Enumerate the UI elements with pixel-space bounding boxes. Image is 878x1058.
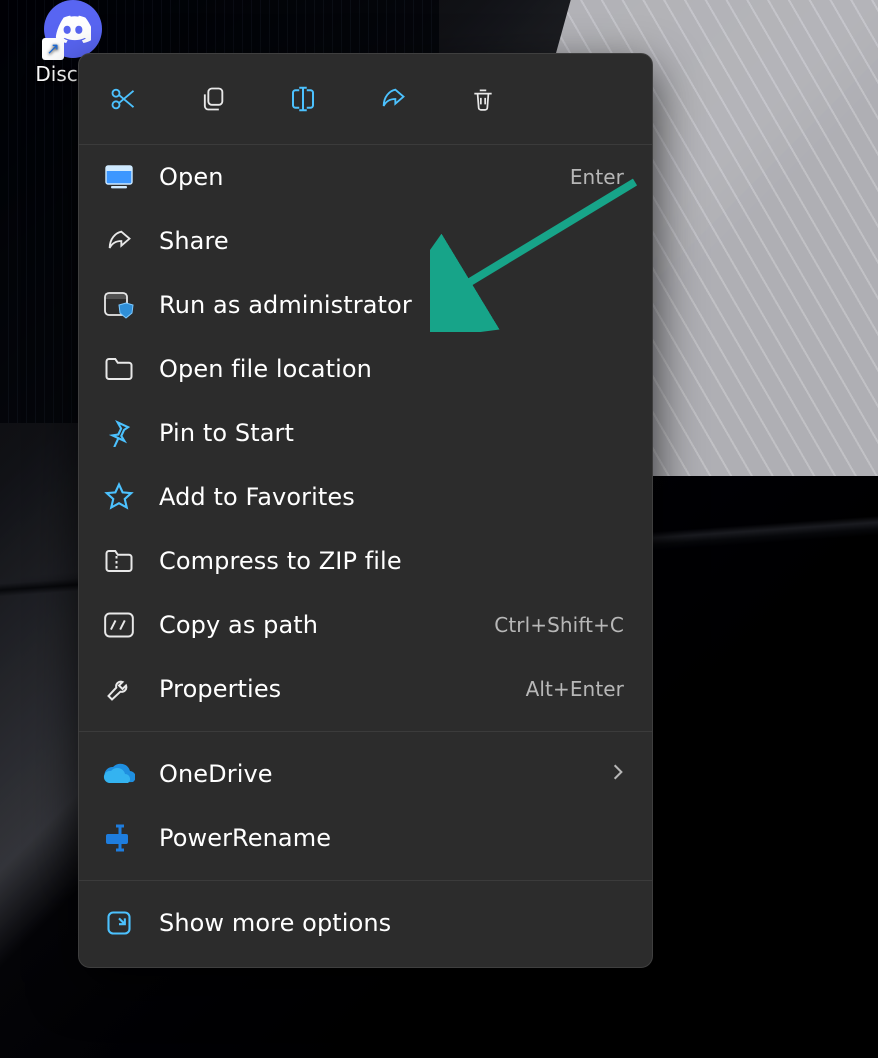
zip-folder-icon [101,543,137,579]
menu-item-onedrive[interactable]: OneDrive [79,742,652,806]
menu-item-open-file-location[interactable]: Open file location [79,337,652,401]
menu-item-label: Pin to Start [159,419,624,447]
menu-item-label: PowerRename [159,824,624,852]
menu-item-shortcut: Ctrl+Shift+C [494,613,624,637]
menu-item-share[interactable]: Share [79,209,652,273]
star-icon [101,479,137,515]
rename-icon [288,84,318,114]
menu-item-add-to-favorites[interactable]: Add to Favorites [79,465,652,529]
menu-item-label: Open file location [159,355,624,383]
menu-item-label: Copy as path [159,611,494,639]
menu-item-pin-to-start[interactable]: Pin to Start [79,401,652,465]
menu-item-label: Share [159,227,624,255]
menu-item-label: Add to Favorites [159,483,624,511]
menu-item-copy-as-path[interactable]: Copy as path Ctrl+Shift+C [79,593,652,657]
context-menu: Open Enter Share Run as administrator Op… [78,53,653,968]
menu-item-label: Open [159,163,570,191]
copy-button[interactable] [191,77,235,121]
rename-button[interactable] [281,77,325,121]
chevron-right-icon [612,762,624,786]
folder-icon [101,351,137,387]
onedrive-icon [101,756,137,792]
cut-button[interactable] [101,77,145,121]
trash-icon [470,85,496,113]
menu-item-shortcut: Alt+Enter [526,677,624,701]
menu-separator [79,880,652,881]
delete-button[interactable] [461,77,505,121]
share-icon [101,223,137,259]
shortcut-overlay-icon: ↗ [42,38,64,60]
menu-item-label: Show more options [159,909,624,937]
menu-item-properties[interactable]: Properties Alt+Enter [79,657,652,721]
shield-admin-icon [101,287,137,323]
open-icon [101,159,137,195]
context-menu-toolbar [79,54,652,145]
more-options-icon [101,905,137,941]
menu-item-label: Properties [159,675,526,703]
menu-separator [79,731,652,732]
menu-item-shortcut: Enter [570,165,624,189]
discord-icon: ↗ [44,0,102,58]
copy-path-icon [101,607,137,643]
menu-item-compress-zip[interactable]: Compress to ZIP file [79,529,652,593]
menu-item-label: OneDrive [159,760,612,788]
copy-icon [199,85,227,113]
menu-item-run-as-administrator[interactable]: Run as administrator [79,273,652,337]
menu-item-label: Compress to ZIP file [159,547,624,575]
scissors-icon [109,85,137,113]
menu-item-powerrename[interactable]: PowerRename [79,806,652,870]
menu-item-label: Run as administrator [159,291,624,319]
powerrename-icon [101,820,137,856]
pin-icon [101,415,137,451]
menu-item-show-more-options[interactable]: Show more options [79,891,652,955]
share-arrow-icon [379,85,407,113]
share-button[interactable] [371,77,415,121]
menu-item-open[interactable]: Open Enter [79,145,652,209]
wrench-icon [101,671,137,707]
